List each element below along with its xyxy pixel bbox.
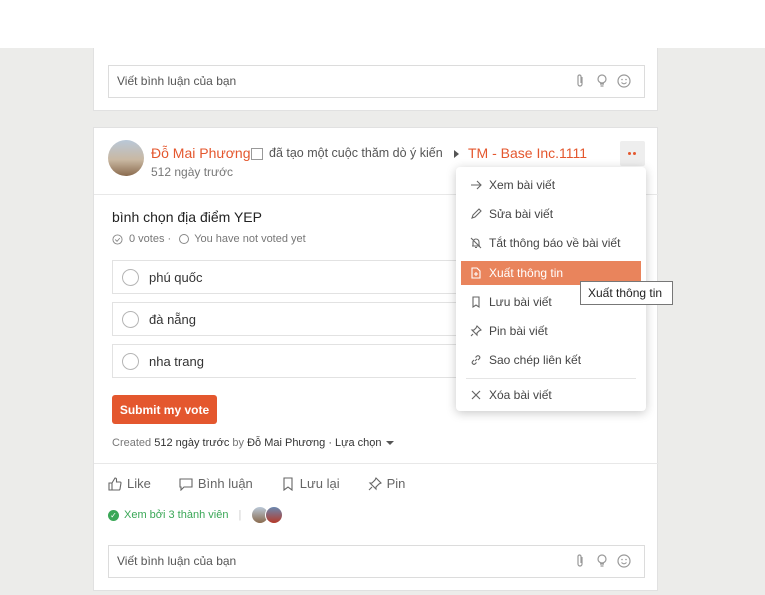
comment-label: Bình luận (197, 476, 253, 491)
submit-vote-button[interactable]: Submit my vote (112, 395, 217, 424)
attachment-icon[interactable] (572, 73, 588, 89)
export-file-icon (470, 267, 482, 279)
tooltip: Xuất thông tin (580, 281, 673, 305)
menu-item-label: Xóa bài viết (489, 388, 552, 402)
menu-item-label: Pin bài viết (489, 324, 548, 338)
menu-item-delete-post[interactable]: Xóa bài viết (461, 383, 641, 407)
emoji-icon[interactable] (616, 553, 632, 569)
close-icon (470, 389, 482, 401)
viewed-text: Xem bởi 3 thành viên (124, 509, 229, 521)
thumbs-up-icon (108, 476, 122, 491)
menu-item-edit-post[interactable]: Sửa bài viết (461, 202, 641, 226)
menu-item-pin-post[interactable]: Pin bài viết (461, 319, 641, 343)
pin-icon (470, 325, 482, 337)
author-avatar[interactable] (108, 140, 144, 176)
created-by: by (232, 437, 245, 449)
menu-item-mute-notifications[interactable]: Tắt thông báo về bài viết (461, 231, 641, 255)
bookmark-icon (281, 476, 295, 491)
dot-icon (633, 152, 636, 155)
comment-placeholder: Viết bình luận của bạn (117, 74, 237, 88)
bookmark-icon (470, 296, 482, 308)
save-button[interactable]: Lưu lại (281, 476, 340, 491)
lightbulb-icon[interactable] (594, 553, 610, 569)
pin-label: Pin (386, 476, 406, 491)
pin-button[interactable]: Pin (368, 476, 406, 491)
post-actions: Like Bình luận Lưu lại Pin (108, 476, 433, 491)
arrow-right-icon (454, 150, 459, 158)
poll-title: bình chọn địa điểm YEP (112, 209, 262, 225)
menu-item-label: Sao chép liên kết (489, 353, 582, 367)
menu-item-view-post[interactable]: Xem bài viết (461, 173, 641, 197)
menu-item-label: Tắt thông báo về bài viết (489, 236, 621, 250)
author-name[interactable]: Đỗ Mai Phương (151, 145, 250, 161)
separator: | (238, 509, 242, 521)
check-circle-icon (112, 233, 123, 245)
poll-created-info: Created 512 ngày trước by Đỗ Mai Phương … (112, 437, 394, 449)
attachment-icon[interactable] (572, 553, 588, 569)
bell-off-icon (470, 237, 482, 249)
vote-count: 0 votes · (129, 233, 172, 245)
option-label: nha trang (149, 354, 204, 369)
comment-placeholder: Viết bình luận của bạn (117, 554, 237, 568)
comment-input-top[interactable]: Viết bình luận của bạn (108, 65, 645, 98)
choice-dropdown[interactable]: · Lựa chọn (328, 437, 381, 449)
menu-item-label: Xem bài viết (489, 178, 556, 192)
vote-status: You have not voted yet (194, 233, 306, 245)
created-time: 512 ngày trước (154, 437, 230, 449)
lightbulb-icon[interactable] (594, 73, 610, 89)
post-time: 512 ngày trước (151, 165, 233, 179)
arrow-right-icon (470, 179, 482, 191)
comment-input[interactable]: Viết bình luận của bạn (108, 545, 645, 578)
viewer-avatar[interactable] (265, 506, 284, 524)
created-author[interactable]: Đỗ Mai Phương (247, 437, 325, 449)
menu-item-label: Xuất thông tin (489, 266, 564, 280)
like-button[interactable]: Like (108, 476, 151, 491)
previous-post-card: Viết bình luận của bạn (93, 48, 658, 111)
link-icon (470, 354, 482, 366)
dot-icon (628, 152, 631, 155)
radio-button[interactable] (122, 353, 139, 370)
top-bar (0, 0, 765, 48)
comment-icon (179, 477, 193, 491)
option-label: đà nẵng (149, 312, 196, 327)
menu-item-copy-link[interactable]: Sao chép liên kết (461, 348, 641, 372)
actions-divider (94, 463, 659, 464)
more-options-button[interactable] (620, 141, 645, 166)
pin-icon (368, 476, 382, 491)
option-label: phú quốc (149, 270, 203, 285)
menu-item-label: Lưu bài viết (489, 295, 552, 309)
menu-divider (466, 378, 636, 379)
comment-button[interactable]: Bình luận (179, 476, 253, 491)
pencil-icon (470, 208, 482, 220)
like-label: Like (127, 476, 151, 491)
status-circle-icon (179, 234, 190, 244)
save-label: Lưu lại (299, 476, 340, 491)
menu-item-label: Sửa bài viết (489, 207, 554, 221)
check-icon: ✓ (108, 509, 119, 521)
poll-meta: 0 votes · You have not voted yet (112, 233, 306, 245)
post-action-text: đã tạo một cuộc thăm dò ý kiến (269, 146, 443, 160)
radio-button[interactable] (122, 269, 139, 286)
created-label: Created (112, 437, 152, 449)
group-name[interactable]: TM - Base Inc.1111 (468, 145, 587, 161)
emoji-icon[interactable] (616, 73, 632, 89)
poll-icon (251, 148, 263, 160)
caret-down-icon[interactable] (385, 441, 394, 446)
radio-button[interactable] (122, 311, 139, 328)
viewed-by[interactable]: ✓ Xem bởi 3 thành viên | (108, 506, 284, 524)
